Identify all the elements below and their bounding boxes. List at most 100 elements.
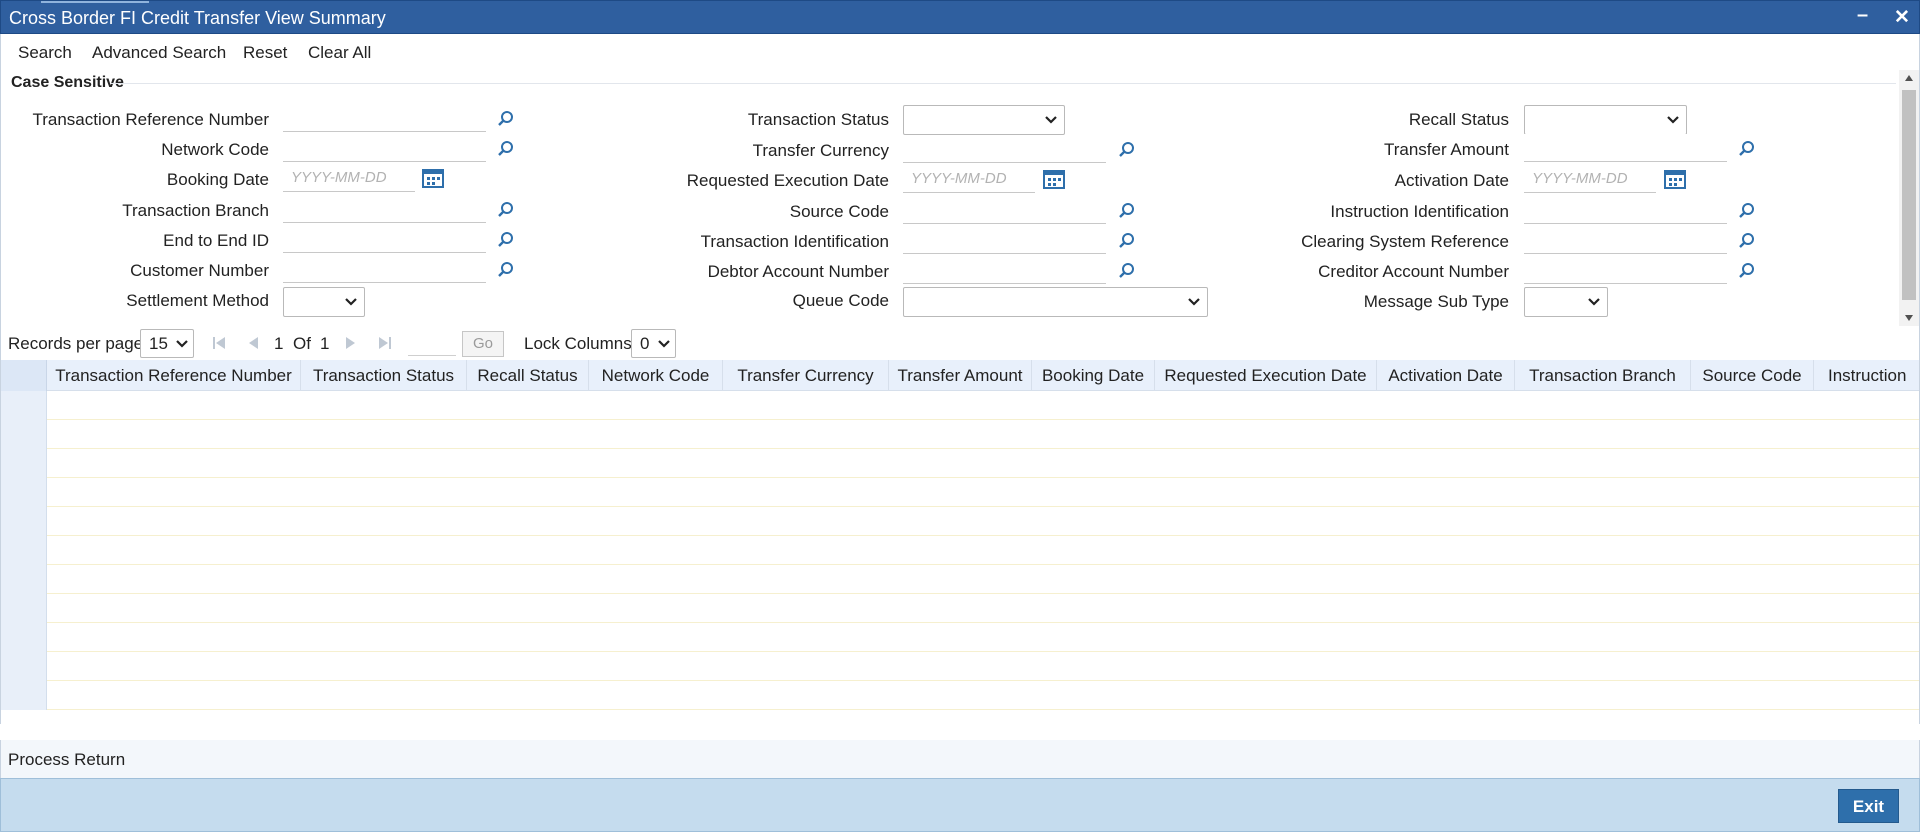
table-row[interactable] xyxy=(1,507,1919,536)
advanced-search-button[interactable]: Advanced Search xyxy=(92,43,226,63)
search-icon[interactable] xyxy=(1118,262,1136,280)
column-header[interactable]: Source Code xyxy=(1691,360,1814,391)
table-row[interactable] xyxy=(1,652,1919,681)
first-page-icon[interactable] xyxy=(211,335,227,351)
chevron-down-icon xyxy=(1667,116,1679,124)
column-header[interactable]: Transaction Status xyxy=(301,360,467,391)
page-number-input[interactable] xyxy=(408,332,456,356)
scroll-down-icon[interactable] xyxy=(1904,314,1914,322)
calendar-icon[interactable] xyxy=(1043,169,1065,189)
table-row[interactable] xyxy=(1,391,1919,420)
table-row[interactable] xyxy=(1,536,1919,565)
previous-page-icon[interactable] xyxy=(245,335,261,351)
txn-identification-input[interactable] xyxy=(903,226,1106,254)
column-header[interactable]: Transfer Currency xyxy=(723,360,889,391)
table-row[interactable] xyxy=(1,478,1919,507)
last-page-icon[interactable] xyxy=(377,335,393,351)
column-header[interactable]: Activation Date xyxy=(1377,360,1515,391)
minimize-icon[interactable]: – xyxy=(1857,4,1868,27)
txn-ref-label: Transaction Reference Number xyxy=(32,110,269,129)
row-selector[interactable] xyxy=(1,420,47,449)
search-icon[interactable] xyxy=(1738,262,1756,280)
req-exec-date-input[interactable]: YYYY-MM-DD xyxy=(903,165,1035,193)
search-icon[interactable] xyxy=(497,140,515,158)
scrollbar-thumb[interactable] xyxy=(1902,90,1916,300)
column-header[interactable]: Requested Execution Date xyxy=(1155,360,1377,391)
row-selector[interactable] xyxy=(1,594,47,623)
column-header[interactable]: Recall Status xyxy=(467,360,589,391)
source-code-input[interactable] xyxy=(903,196,1106,224)
activation-date-input[interactable]: YYYY-MM-DD xyxy=(1524,165,1656,193)
column-header[interactable]: Instruction xyxy=(1814,360,1919,391)
settlement-method-select[interactable] xyxy=(283,287,365,317)
process-return-link[interactable]: Process Return xyxy=(8,750,125,770)
scroll-up-icon[interactable] xyxy=(1904,74,1914,82)
table-row[interactable] xyxy=(1,420,1919,449)
search-icon[interactable] xyxy=(1738,140,1756,158)
column-header[interactable]: Transaction Reference Number xyxy=(47,360,301,391)
column-header[interactable]: Booking Date xyxy=(1032,360,1155,391)
recall-status-select[interactable] xyxy=(1524,105,1687,135)
transfer-amount-input[interactable] xyxy=(1524,134,1727,162)
results-table: Transaction Reference Number Transaction… xyxy=(0,360,1920,724)
lock-columns-select[interactable]: 0 xyxy=(631,329,676,358)
row-selector[interactable] xyxy=(1,623,47,652)
row-selector[interactable] xyxy=(1,536,47,565)
search-icon[interactable] xyxy=(1118,232,1136,250)
search-icon[interactable] xyxy=(1738,202,1756,220)
select-all-cell[interactable] xyxy=(1,360,47,391)
txn-ref-input[interactable] xyxy=(283,104,486,132)
search-icon[interactable] xyxy=(1738,232,1756,250)
e2e-id-input[interactable] xyxy=(283,225,486,253)
booking-date-input[interactable]: YYYY-MM-DD xyxy=(283,164,415,192)
calendar-icon[interactable] xyxy=(1664,169,1686,189)
chevron-down-icon xyxy=(658,340,670,348)
table-row[interactable] xyxy=(1,594,1919,623)
creditor-account-input[interactable] xyxy=(1524,256,1727,284)
calendar-icon[interactable] xyxy=(422,168,444,188)
search-icon[interactable] xyxy=(497,201,515,219)
search-icon[interactable] xyxy=(497,231,515,249)
records-per-page-select[interactable]: 15 xyxy=(140,329,194,358)
customer-number-input[interactable] xyxy=(283,255,486,283)
search-criteria-panel: Case Sensitive Transaction Reference Num… xyxy=(0,68,1920,326)
row-selector[interactable] xyxy=(1,565,47,594)
network-code-input[interactable] xyxy=(283,134,486,162)
clearing-ref-input[interactable] xyxy=(1524,226,1727,254)
instruction-id-input[interactable] xyxy=(1524,196,1727,224)
req-exec-date-label: Requested Execution Date xyxy=(686,171,889,190)
column-header[interactable]: Transfer Amount xyxy=(889,360,1032,391)
table-row[interactable] xyxy=(1,449,1919,478)
search-icon[interactable] xyxy=(1118,202,1136,220)
exit-button[interactable]: Exit xyxy=(1838,789,1899,823)
clear-all-button[interactable]: Clear All xyxy=(308,43,371,63)
table-row[interactable] xyxy=(1,623,1919,652)
close-icon[interactable]: ✕ xyxy=(1894,6,1910,29)
debtor-account-input[interactable] xyxy=(903,256,1106,284)
form-scrollbar[interactable] xyxy=(1899,70,1919,326)
column-header[interactable]: Network Code xyxy=(589,360,723,391)
transfer-currency-label: Transfer Currency xyxy=(752,141,889,160)
txn-branch-input[interactable] xyxy=(283,195,486,223)
transfer-currency-input[interactable] xyxy=(903,135,1106,163)
row-selector[interactable] xyxy=(1,681,47,710)
search-icon[interactable] xyxy=(497,110,515,128)
chevron-down-icon xyxy=(345,298,357,306)
row-selector[interactable] xyxy=(1,507,47,536)
column-header[interactable]: Transaction Branch xyxy=(1515,360,1691,391)
queue-code-select[interactable] xyxy=(903,287,1208,317)
next-page-icon[interactable] xyxy=(343,335,359,351)
row-selector[interactable] xyxy=(1,391,47,420)
table-row[interactable] xyxy=(1,565,1919,594)
txn-status-select[interactable] xyxy=(903,105,1065,135)
search-icon[interactable] xyxy=(497,261,515,279)
row-selector[interactable] xyxy=(1,449,47,478)
row-selector[interactable] xyxy=(1,478,47,507)
table-row[interactable] xyxy=(1,681,1919,710)
go-button[interactable]: Go xyxy=(462,331,504,357)
reset-button[interactable]: Reset xyxy=(243,43,287,63)
search-icon[interactable] xyxy=(1118,141,1136,159)
row-selector[interactable] xyxy=(1,652,47,681)
message-sub-type-select[interactable] xyxy=(1524,287,1608,317)
search-button[interactable]: Search xyxy=(18,43,72,63)
